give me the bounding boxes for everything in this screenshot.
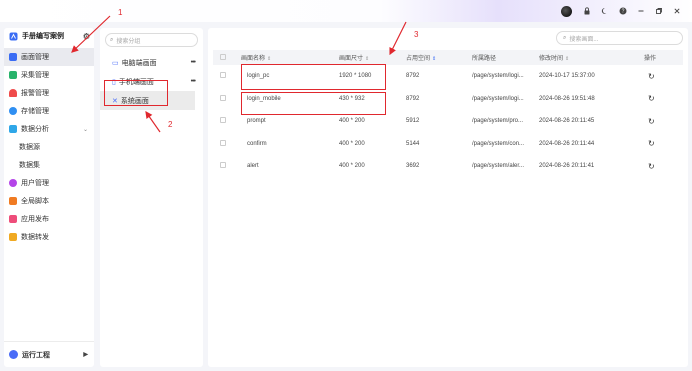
annotation-arrows: [71, 15, 407, 133]
